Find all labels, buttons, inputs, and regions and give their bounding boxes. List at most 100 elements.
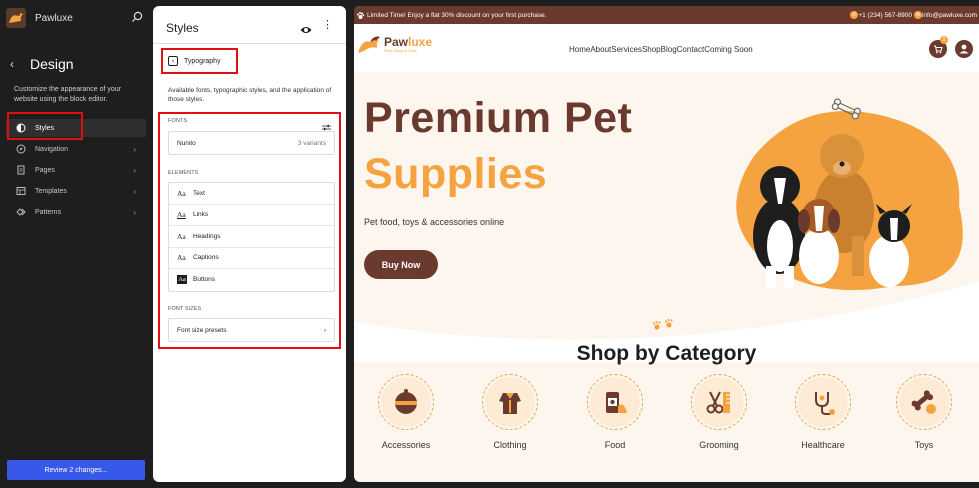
sidebar-item-label: Pages	[35, 166, 55, 174]
diamond-icon	[16, 207, 26, 217]
chevron-right-icon: ›	[133, 207, 136, 217]
sidebar-item-templates[interactable]: Templates ›	[6, 182, 146, 200]
back-chevron-icon[interactable]: ‹	[10, 57, 24, 71]
site-header-bar: Pawluxe Pet's Shop & Care Home About Ser…	[354, 24, 979, 72]
category-label: Healthcare	[801, 440, 845, 450]
element-label: Links	[193, 211, 209, 219]
element-row-captions[interactable]: Aa Captions	[169, 248, 334, 269]
chevron-right-icon: ›	[133, 144, 136, 154]
phone-number[interactable]: +1 (234) 567-8900	[858, 12, 912, 19]
element-row-buttons[interactable]: Aa Buttons	[169, 269, 334, 291]
element-sample: Aa	[177, 275, 187, 285]
design-title: Design	[30, 56, 74, 72]
promo-text: Limited Time! Enjoy a flat 30% discount …	[367, 11, 547, 19]
announcement-bar: Limited Time! Enjoy a flat 30% discount …	[354, 6, 979, 24]
elements-card: Aa Text Aa Links Aa Headings Aa Captions…	[168, 182, 335, 292]
scissors-comb-icon	[706, 391, 730, 414]
hero-heading-line2: Supplies	[364, 150, 548, 198]
search-icon[interactable]	[130, 10, 144, 24]
element-row-text[interactable]: Aa Text	[169, 183, 334, 205]
element-sample: Aa	[177, 231, 186, 241]
hero-subtitle: Pet food, toys & accessories online	[364, 217, 505, 227]
category-clothing[interactable]: Clothing	[470, 374, 550, 450]
eye-icon[interactable]	[300, 22, 312, 33]
font-name: Nunito	[177, 139, 196, 147]
element-sample: Aa	[177, 210, 186, 220]
site-name[interactable]: Pawluxe	[35, 13, 73, 24]
site-logo-icon[interactable]	[6, 8, 26, 28]
sidebar-item-pages[interactable]: Pages ›	[6, 161, 146, 179]
font-variants: 3 variants	[297, 139, 326, 147]
element-row-headings[interactable]: Aa Headings	[169, 226, 334, 248]
menu-item-services[interactable]: Services	[611, 45, 642, 54]
font-row-nunito[interactable]: Nunito 3 variants	[169, 132, 334, 154]
design-description: Customize the appearance of your website…	[14, 86, 122, 103]
element-label: Headings	[193, 232, 221, 240]
element-sample: Aa	[177, 188, 186, 198]
element-sample: Aa	[177, 253, 186, 263]
design-header: ‹ Design	[10, 56, 74, 72]
category-healthcare[interactable]: Healthcare	[783, 374, 863, 450]
menu-item-about[interactable]: About	[590, 45, 611, 54]
dogs-illustration	[736, 98, 963, 291]
site-preview[interactable]: Limited Time! Enjoy a flat 30% discount …	[354, 6, 979, 482]
sidebar-item-patterns[interactable]: Patterns ›	[6, 203, 146, 221]
more-options-icon[interactable]: ⋮	[322, 18, 333, 31]
fonts-section-label: FONTS	[168, 118, 188, 124]
category-label: Clothing	[493, 440, 527, 450]
menu-item-home[interactable]: Home	[569, 45, 590, 54]
bell-icon	[395, 389, 417, 414]
dog-logo-icon	[358, 36, 380, 53]
paw-icon	[356, 11, 365, 20]
font-card[interactable]: Nunito 3 variants	[168, 131, 335, 155]
half-circle-icon	[16, 123, 26, 133]
sidebar-item-navigation[interactable]: Navigation ›	[6, 140, 146, 158]
category-toys[interactable]: Toys	[884, 374, 964, 450]
paw-prints-icon	[652, 318, 673, 330]
category-food[interactable]: Food	[575, 374, 655, 450]
buy-now-button[interactable]: Buy Now	[364, 250, 438, 279]
sidebar-item-label: Styles	[35, 124, 55, 132]
typography-label: Typography	[184, 57, 221, 65]
main-menu: Home About Services Shop Blog Contact Co…	[569, 45, 753, 54]
font-size-presets-label: Font size presets	[177, 326, 227, 334]
font-size-presets-row[interactable]: Font size presets ›	[169, 319, 334, 341]
review-changes-button[interactable]: Review 2 changes...	[7, 460, 145, 480]
font-sizes-card[interactable]: Font size presets ›	[168, 318, 335, 342]
compass-icon	[16, 144, 26, 154]
phone-icon: ✆	[850, 11, 859, 19]
shop-by-category-heading: Shop by Category	[576, 342, 757, 365]
jacket-icon	[499, 393, 521, 414]
mail-icon: ✉	[913, 11, 922, 19]
menu-item-blog[interactable]: Blog	[661, 45, 677, 54]
font-sizes-section-label: FONT SIZES	[168, 306, 202, 312]
element-label: Buttons	[193, 276, 216, 284]
chevron-right-icon: ›	[133, 165, 136, 175]
sidebar-item-styles[interactable]: Styles	[6, 119, 146, 137]
category-accessories[interactable]: Accessories	[366, 374, 446, 450]
element-label: Text	[193, 189, 205, 197]
panel-title: Styles	[166, 21, 199, 35]
site-header: Pawluxe	[6, 7, 146, 29]
menu-item-coming-soon[interactable]: Coming Soon	[704, 45, 752, 54]
sidebar-item-label: Patterns	[35, 208, 62, 216]
category-grooming[interactable]: Grooming	[679, 374, 759, 450]
cart-count-badge: 2	[940, 36, 948, 44]
elements-section-label: ELEMENTS	[168, 170, 199, 176]
dog-beagle	[798, 199, 840, 284]
user-icon	[959, 44, 969, 54]
contact-info: ✆ +1 (234) 567-8900 ✉ info@pawluxe.com	[850, 11, 977, 19]
menu-item-shop[interactable]: Shop	[642, 45, 661, 54]
bone-ball-icon	[911, 390, 936, 414]
menu-item-contact[interactable]: Contact	[677, 45, 705, 54]
user-account-button[interactable]	[955, 40, 973, 58]
element-row-links[interactable]: Aa Links	[169, 205, 334, 226]
chevron-right-icon: ›	[323, 326, 326, 334]
category-label: Toys	[914, 440, 934, 450]
hero-heading-line1: Premium Pet	[364, 94, 633, 142]
sliders-icon[interactable]	[322, 118, 331, 131]
typography-back-button[interactable]: ‹ Typography	[168, 56, 221, 66]
site-logo[interactable]: Pawluxe Pet's Shop & Care	[356, 33, 432, 55]
email-address[interactable]: info@pawluxe.com	[922, 12, 977, 19]
stethoscope-icon	[815, 392, 835, 415]
